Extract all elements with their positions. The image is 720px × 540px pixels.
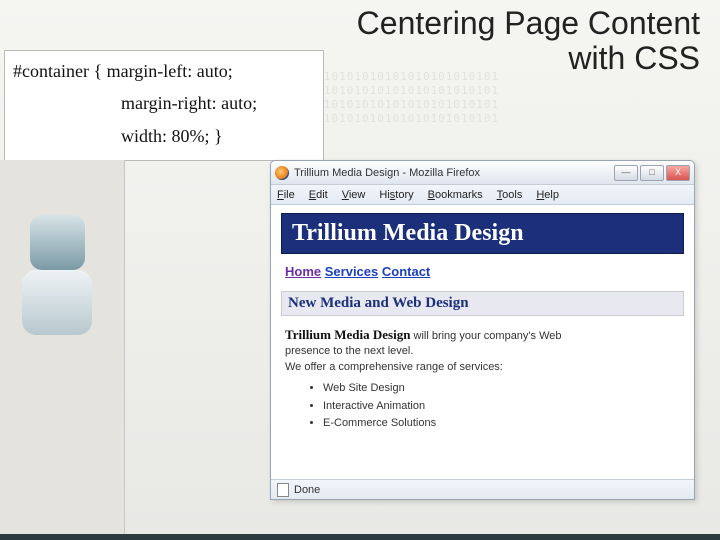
firefox-browser-window: Trillium Media Design - Mozilla Firefox …: [270, 160, 695, 500]
slide-bottom-bar: [0, 534, 720, 540]
nav-link-home[interactable]: Home: [285, 264, 321, 279]
page-subheading: New Media and Web Design: [281, 291, 684, 316]
decor-blob-1: [30, 215, 85, 270]
services-list: Web Site Design Interactive Animation E-…: [323, 381, 680, 431]
window-controls: — □ X: [614, 165, 690, 181]
document-icon: [277, 483, 289, 497]
decor-blob-2: [22, 270, 92, 335]
page-content: Trillium Media Design Home Services Cont…: [281, 213, 684, 471]
code-line-2: margin-right: auto;: [13, 87, 315, 119]
page-banner: Trillium Media Design: [281, 213, 684, 254]
nav-link-contact[interactable]: Contact: [382, 264, 430, 279]
browser-titlebar: Trillium Media Design - Mozilla Firefox …: [271, 161, 694, 185]
browser-menubar: File Edit View History Bookmarks Tools H…: [271, 185, 694, 205]
slide-left-decoration: [0, 160, 125, 540]
menu-tools[interactable]: Tools: [497, 189, 523, 201]
menu-view[interactable]: View: [342, 189, 366, 201]
lead-rest: will bring your company's Web: [410, 330, 561, 342]
list-item: Interactive Animation: [323, 399, 680, 414]
slide-title: Centering Page Content with CSS: [357, 6, 700, 76]
firefox-icon: [275, 166, 289, 180]
status-text: Done: [294, 484, 320, 496]
slide-title-line1: Centering Page Content: [357, 6, 700, 41]
browser-title-text: Trillium Media Design - Mozilla Firefox: [294, 167, 480, 179]
browser-viewport: Trillium Media Design Home Services Cont…: [271, 205, 694, 479]
code-line-3: width: 80%; }: [13, 120, 315, 152]
slide-title-line2: with CSS: [357, 41, 700, 76]
menu-bookmarks[interactable]: Bookmarks: [428, 189, 483, 201]
minimize-button[interactable]: —: [614, 165, 638, 181]
css-code-snippet: #container { margin-left: auto; margin-r…: [4, 50, 324, 161]
page-body: Trillium Media Design will bring your co…: [281, 316, 684, 437]
browser-statusbar: Done: [271, 479, 694, 499]
lead-line2: presence to the next level.: [285, 345, 413, 357]
menu-file[interactable]: File: [277, 189, 295, 201]
menu-history[interactable]: History: [379, 189, 413, 201]
lead-line3: We offer a comprehensive range of servic…: [285, 361, 503, 373]
menu-help[interactable]: Help: [536, 189, 559, 201]
lead-bold: Trillium Media Design: [285, 327, 410, 342]
maximize-button[interactable]: □: [640, 165, 664, 181]
list-item: Web Site Design: [323, 381, 680, 396]
close-button[interactable]: X: [666, 165, 690, 181]
page-nav: Home Services Contact: [281, 254, 684, 289]
nav-link-services[interactable]: Services: [325, 264, 379, 279]
menu-edit[interactable]: Edit: [309, 189, 328, 201]
code-line-1: #container { margin-left: auto;: [13, 55, 315, 87]
list-item: E-Commerce Solutions: [323, 416, 680, 431]
